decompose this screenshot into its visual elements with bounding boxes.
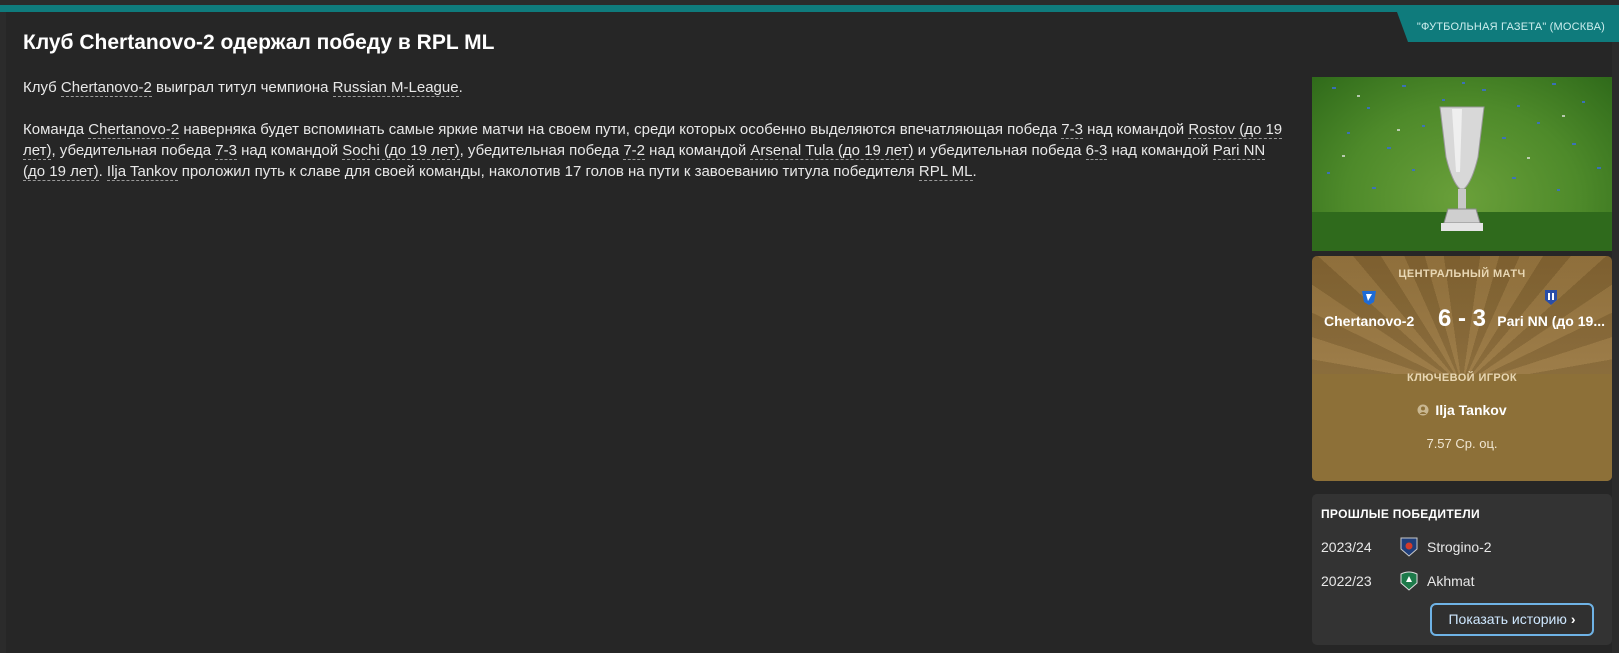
text: над командой <box>645 142 751 159</box>
trophy-illustration <box>1312 82 1612 251</box>
past-winners-card: ПРОШЛЫЕ ПОБЕДИТЕЛИ 2023/24 Strogino-2 20… <box>1312 494 1612 645</box>
text: и убедительная победа <box>913 142 1086 159</box>
player-link[interactable]: Ilja Tankov <box>106 163 178 181</box>
winner-team[interactable]: Strogino-2 <box>1427 539 1492 555</box>
winner-season: 2022/23 <box>1321 573 1372 589</box>
player-avatar-icon <box>1417 404 1429 416</box>
text: . <box>458 79 463 96</box>
pari-nn-badge-icon <box>1545 290 1557 305</box>
text: выиграл титул чемпиона <box>151 79 333 96</box>
show-history-label: Показать историю <box>1448 611 1567 627</box>
away-team-name[interactable]: Pari NN (до 19... <box>1490 313 1605 329</box>
show-history-button[interactable]: Показать историю › <box>1430 603 1594 636</box>
article-paragraph-2: Команда Chertanovo-2 наверняка будет всп… <box>23 119 1285 182</box>
akhmat-badge-icon <box>1400 571 1418 591</box>
match-card-lower <box>1312 374 1612 481</box>
text: . <box>98 163 107 180</box>
trophy-photo <box>1312 77 1612 251</box>
top-accent-bar <box>0 5 1619 12</box>
text: над командой <box>236 142 343 159</box>
headline: Клуб Chertanovo-2 одержал победу в RPL M… <box>23 31 495 54</box>
key-player[interactable]: Ilja Tankov <box>1312 402 1612 418</box>
winner-team[interactable]: Akhmat <box>1427 573 1474 589</box>
text: Команда <box>23 121 89 138</box>
match-score-link[interactable]: 6-3 <box>1085 142 1108 160</box>
club-link[interactable]: Chertanovo-2 <box>88 121 180 139</box>
club-link[interactable]: Chertanovo-2 <box>60 79 152 97</box>
league-link[interactable]: Russian M-League <box>332 79 459 97</box>
text: над командой <box>1107 142 1213 159</box>
trophy-cup <box>1439 106 1485 231</box>
league-link[interactable]: RPL ML <box>918 163 973 181</box>
article-paragraph-1: Клуб Chertanovo-2 выиграл титул чемпиона… <box>23 77 1285 98</box>
key-match-label: ЦЕНТРАЛЬНЫЙ МАТЧ <box>1398 268 1526 280</box>
text: . <box>972 163 977 180</box>
key-match-card[interactable]: ЦЕНТРАЛЬНЫЙ МАТЧ Chertanovo-2 6 - 3 Pari… <box>1312 256 1612 481</box>
chevron-right-icon: › <box>1570 611 1576 627</box>
past-winner-row[interactable]: 2022/23 Akhmat <box>1321 570 1601 592</box>
team-link[interactable]: Sochi (до 19 лет) <box>342 142 460 160</box>
text: , убедительная победа <box>459 142 624 159</box>
match-score-link[interactable]: 7-3 <box>215 142 237 160</box>
team-link[interactable]: Arsenal Tula (до 19 лет) <box>750 142 914 160</box>
text: над командой <box>1082 121 1189 138</box>
text: , убедительная победа <box>51 142 216 159</box>
chertanovo-badge-icon <box>1362 291 1376 305</box>
match-score-link[interactable]: 7-2 <box>623 142 646 160</box>
key-player-label: КЛЮЧЕВОЙ ИГРОК <box>1406 372 1518 384</box>
news-source-tag: "ФУТБОЛЬНАЯ ГАЗЕТА" (МОСКВА) <box>1397 12 1619 42</box>
text: наверняка будет вспоминать самые яркие м… <box>179 121 1062 138</box>
past-winner-row[interactable]: 2023/24 Strogino-2 <box>1321 536 1601 558</box>
key-player-name: Ilja Tankov <box>1435 402 1507 418</box>
article-body: Клуб Chertanovo-2 выиграл титул чемпиона… <box>23 77 1285 203</box>
match-score-link[interactable]: 7-3 <box>1061 121 1083 139</box>
key-player-rating: 7.57 Ср. оц. <box>1426 436 1498 451</box>
strogino-badge-icon <box>1400 537 1418 557</box>
past-winners-title: ПРОШЛЫЕ ПОБЕДИТЕЛИ <box>1321 507 1480 521</box>
text: Клуб <box>23 79 61 96</box>
text: проложил путь к славе для своей команды,… <box>177 163 919 180</box>
winner-season: 2023/24 <box>1321 539 1372 555</box>
